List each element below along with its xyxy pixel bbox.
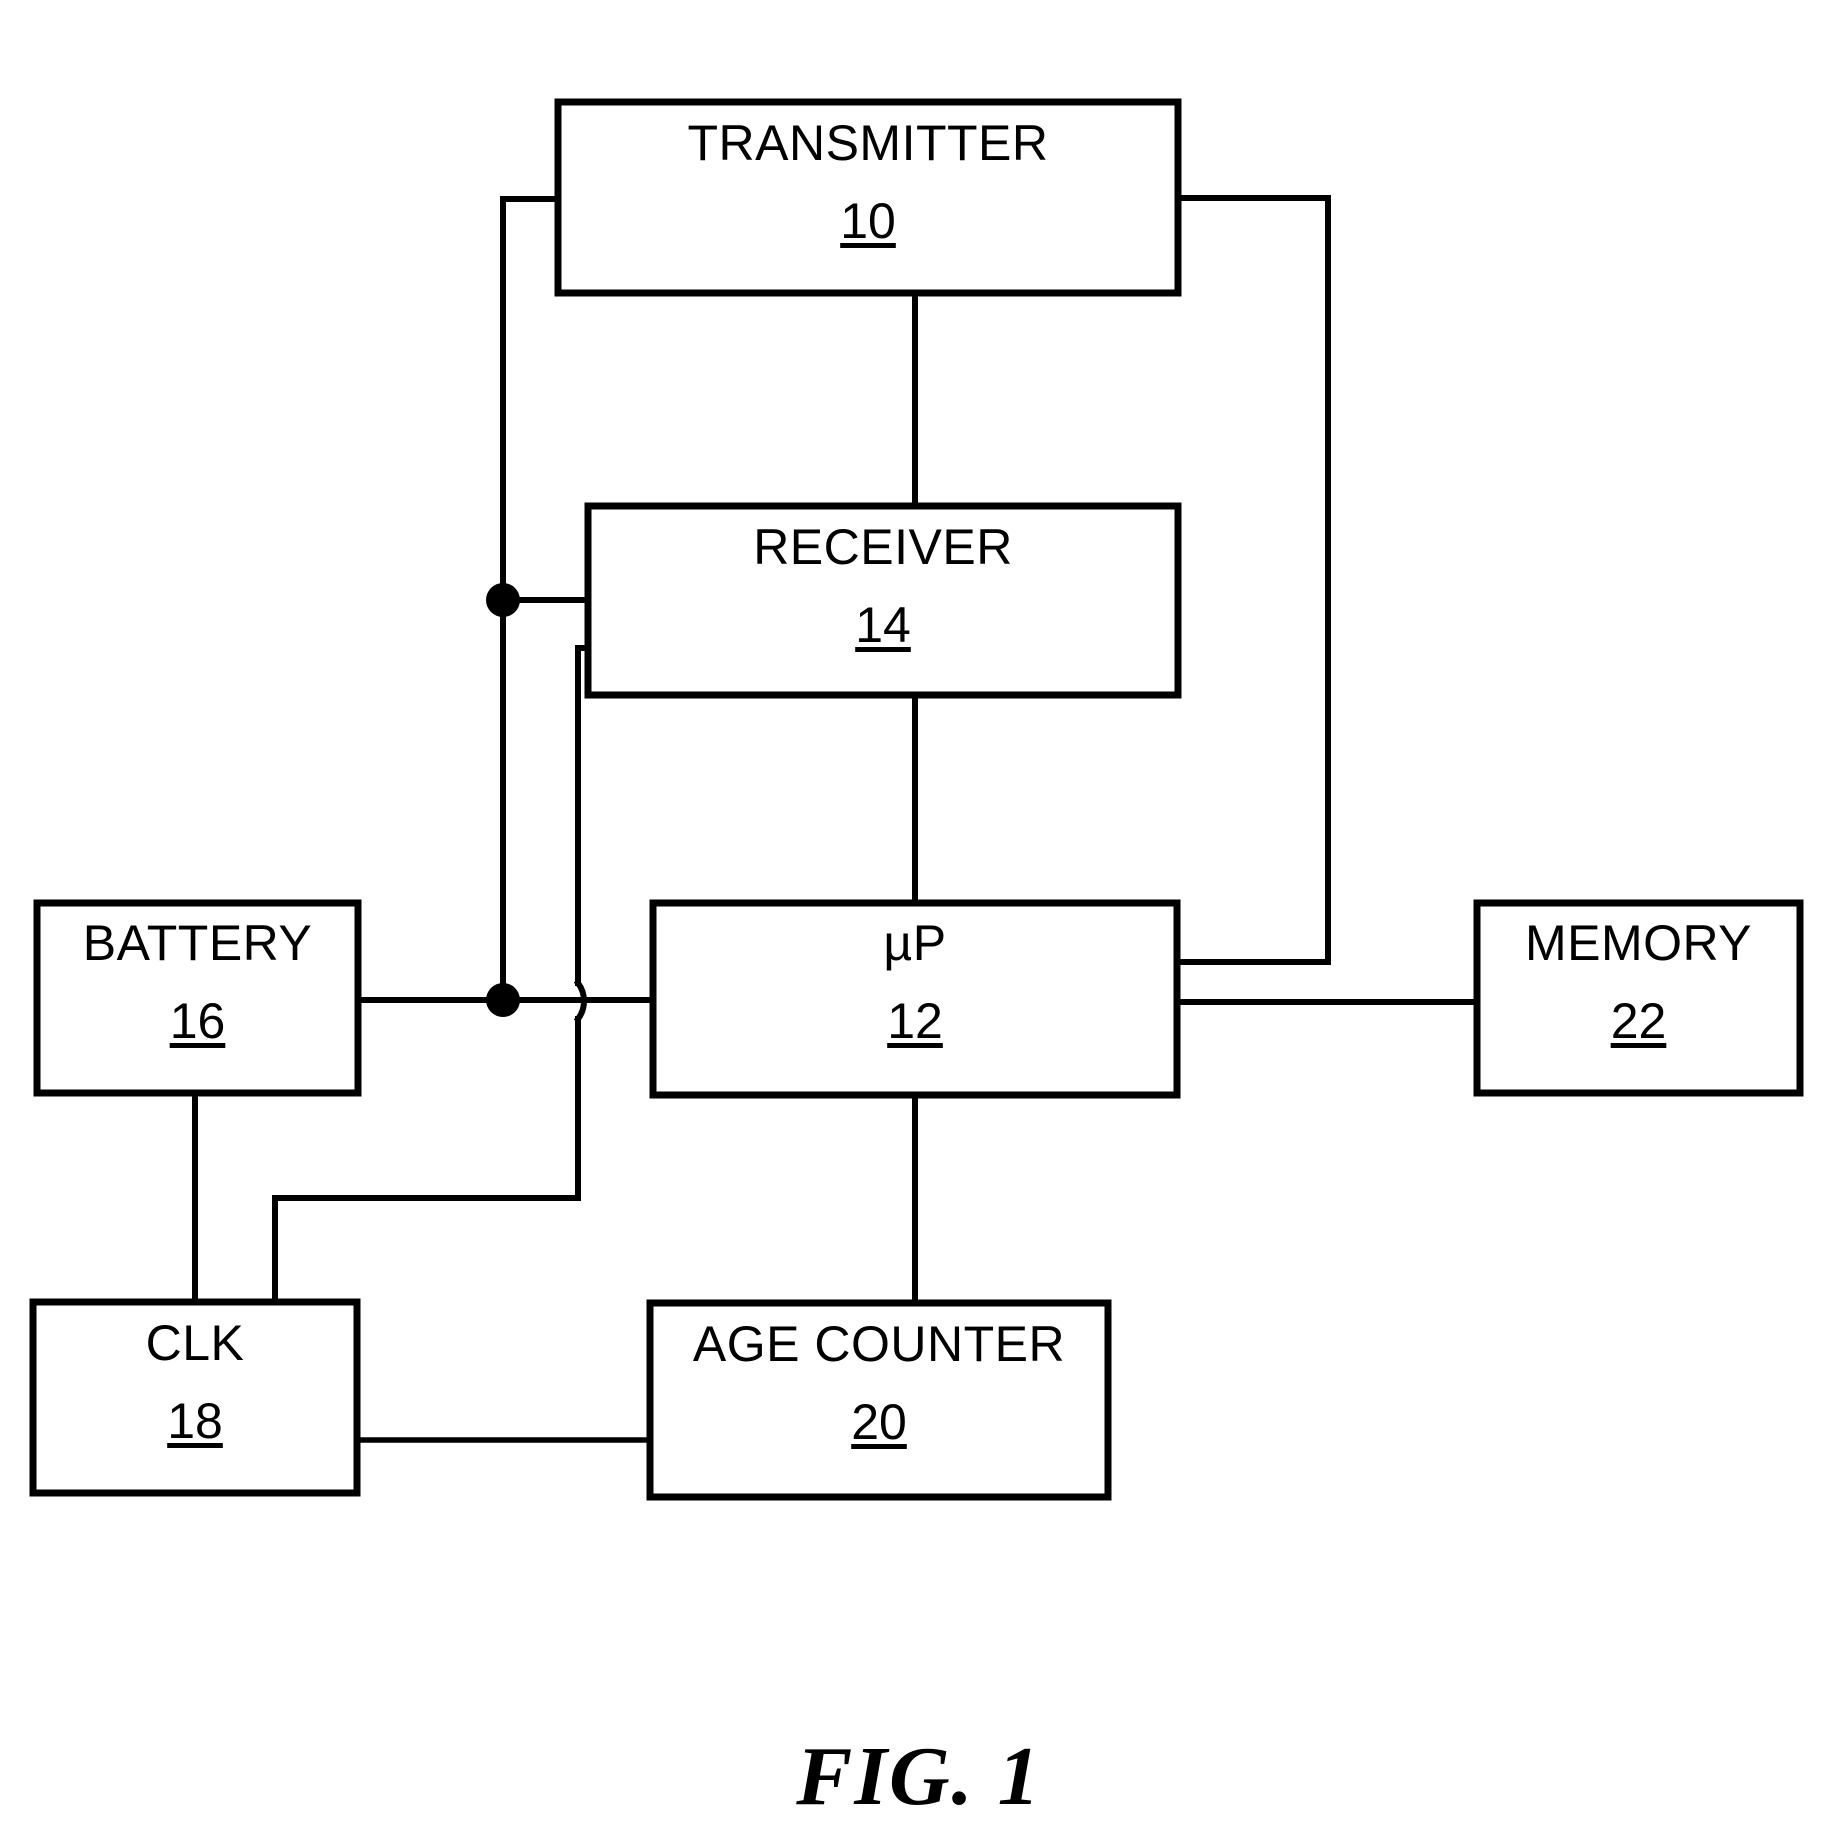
block-battery[interactable] xyxy=(33,899,362,1097)
block-microprocessor[interactable] xyxy=(649,899,1181,1099)
block-diagram-graphics xyxy=(29,98,1804,1501)
junction-dot-receiver-bus xyxy=(486,583,520,617)
figure-canvas: TRANSMITTER 10 RECEIVER 14 µP 12 BATTERY… xyxy=(0,0,1838,1841)
wire-microprocessor-to-transmitter xyxy=(1174,195,1331,965)
block-age-counter[interactable] xyxy=(646,1299,1112,1501)
block-receiver[interactable] xyxy=(584,502,1182,699)
junction-dot-battery-bus xyxy=(486,983,520,1017)
block-clock[interactable] xyxy=(29,1298,361,1497)
figure-caption: FIG. 1 xyxy=(796,1730,1042,1823)
block-transmitter[interactable] xyxy=(554,98,1182,297)
block-memory[interactable] xyxy=(1473,899,1804,1097)
